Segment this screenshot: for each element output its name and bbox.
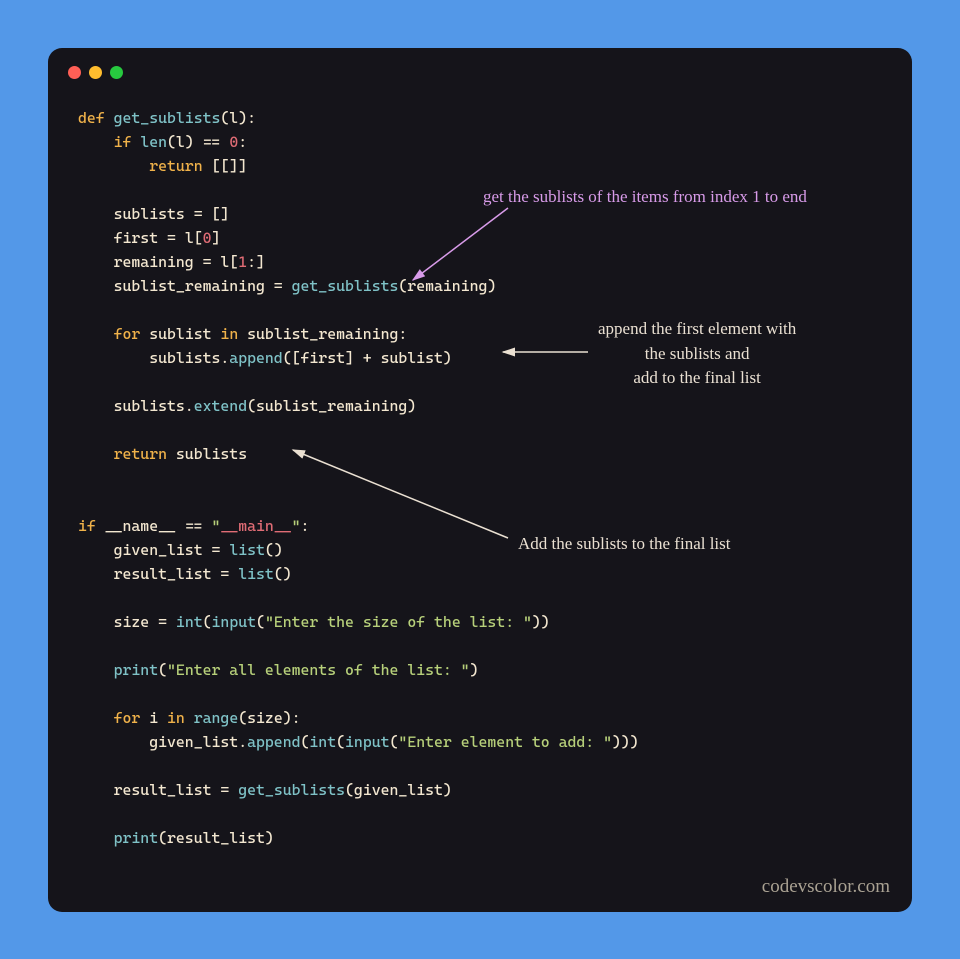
dunder-main: __main__: [220, 517, 291, 535]
keyword-return: return: [149, 157, 211, 175]
method-extend: extend: [194, 397, 247, 415]
keyword-return: return: [114, 445, 176, 463]
string-prompt-all: "Enter all elements of the list: ": [167, 661, 470, 679]
keyword-if: if: [114, 133, 141, 151]
literal-zero: 0: [229, 133, 238, 151]
string-prompt-element: "Enter element to add: ": [398, 733, 612, 751]
annotation-add-to-final: Add the sublists to the final list: [518, 532, 731, 557]
watermark: codevscolor.com: [762, 876, 890, 898]
annotation-append-first: append the first element with the sublis…: [598, 317, 796, 391]
keyword-for: for: [114, 325, 150, 343]
code-editor-window: def get_sublists(l): if len(l) == 0: ret…: [48, 48, 912, 912]
maximize-icon[interactable]: [110, 66, 123, 79]
keyword-def: def: [78, 109, 114, 127]
annotation-sublists-from-1: get the sublists of the items from index…: [483, 185, 807, 210]
code-block: def get_sublists(l): if len(l) == 0: ret…: [78, 106, 639, 850]
annotation-append-first-line2: the sublists and: [645, 344, 750, 363]
close-icon[interactable]: [68, 66, 81, 79]
string-prompt-size: "Enter the size of the list: ": [265, 613, 532, 631]
fn-get_sublists: get_sublists: [114, 109, 221, 127]
annotation-append-first-line1: append the first element with: [598, 319, 796, 338]
method-append: append: [229, 349, 282, 367]
call-get_sublists: get_sublists: [292, 277, 399, 295]
keyword-if: if: [78, 517, 105, 535]
annotation-append-first-line3: add to the final list: [633, 368, 760, 387]
builtin-print: print: [114, 661, 159, 679]
minimize-icon[interactable]: [89, 66, 102, 79]
window-controls: [68, 66, 123, 79]
builtin-len: len: [140, 133, 167, 151]
